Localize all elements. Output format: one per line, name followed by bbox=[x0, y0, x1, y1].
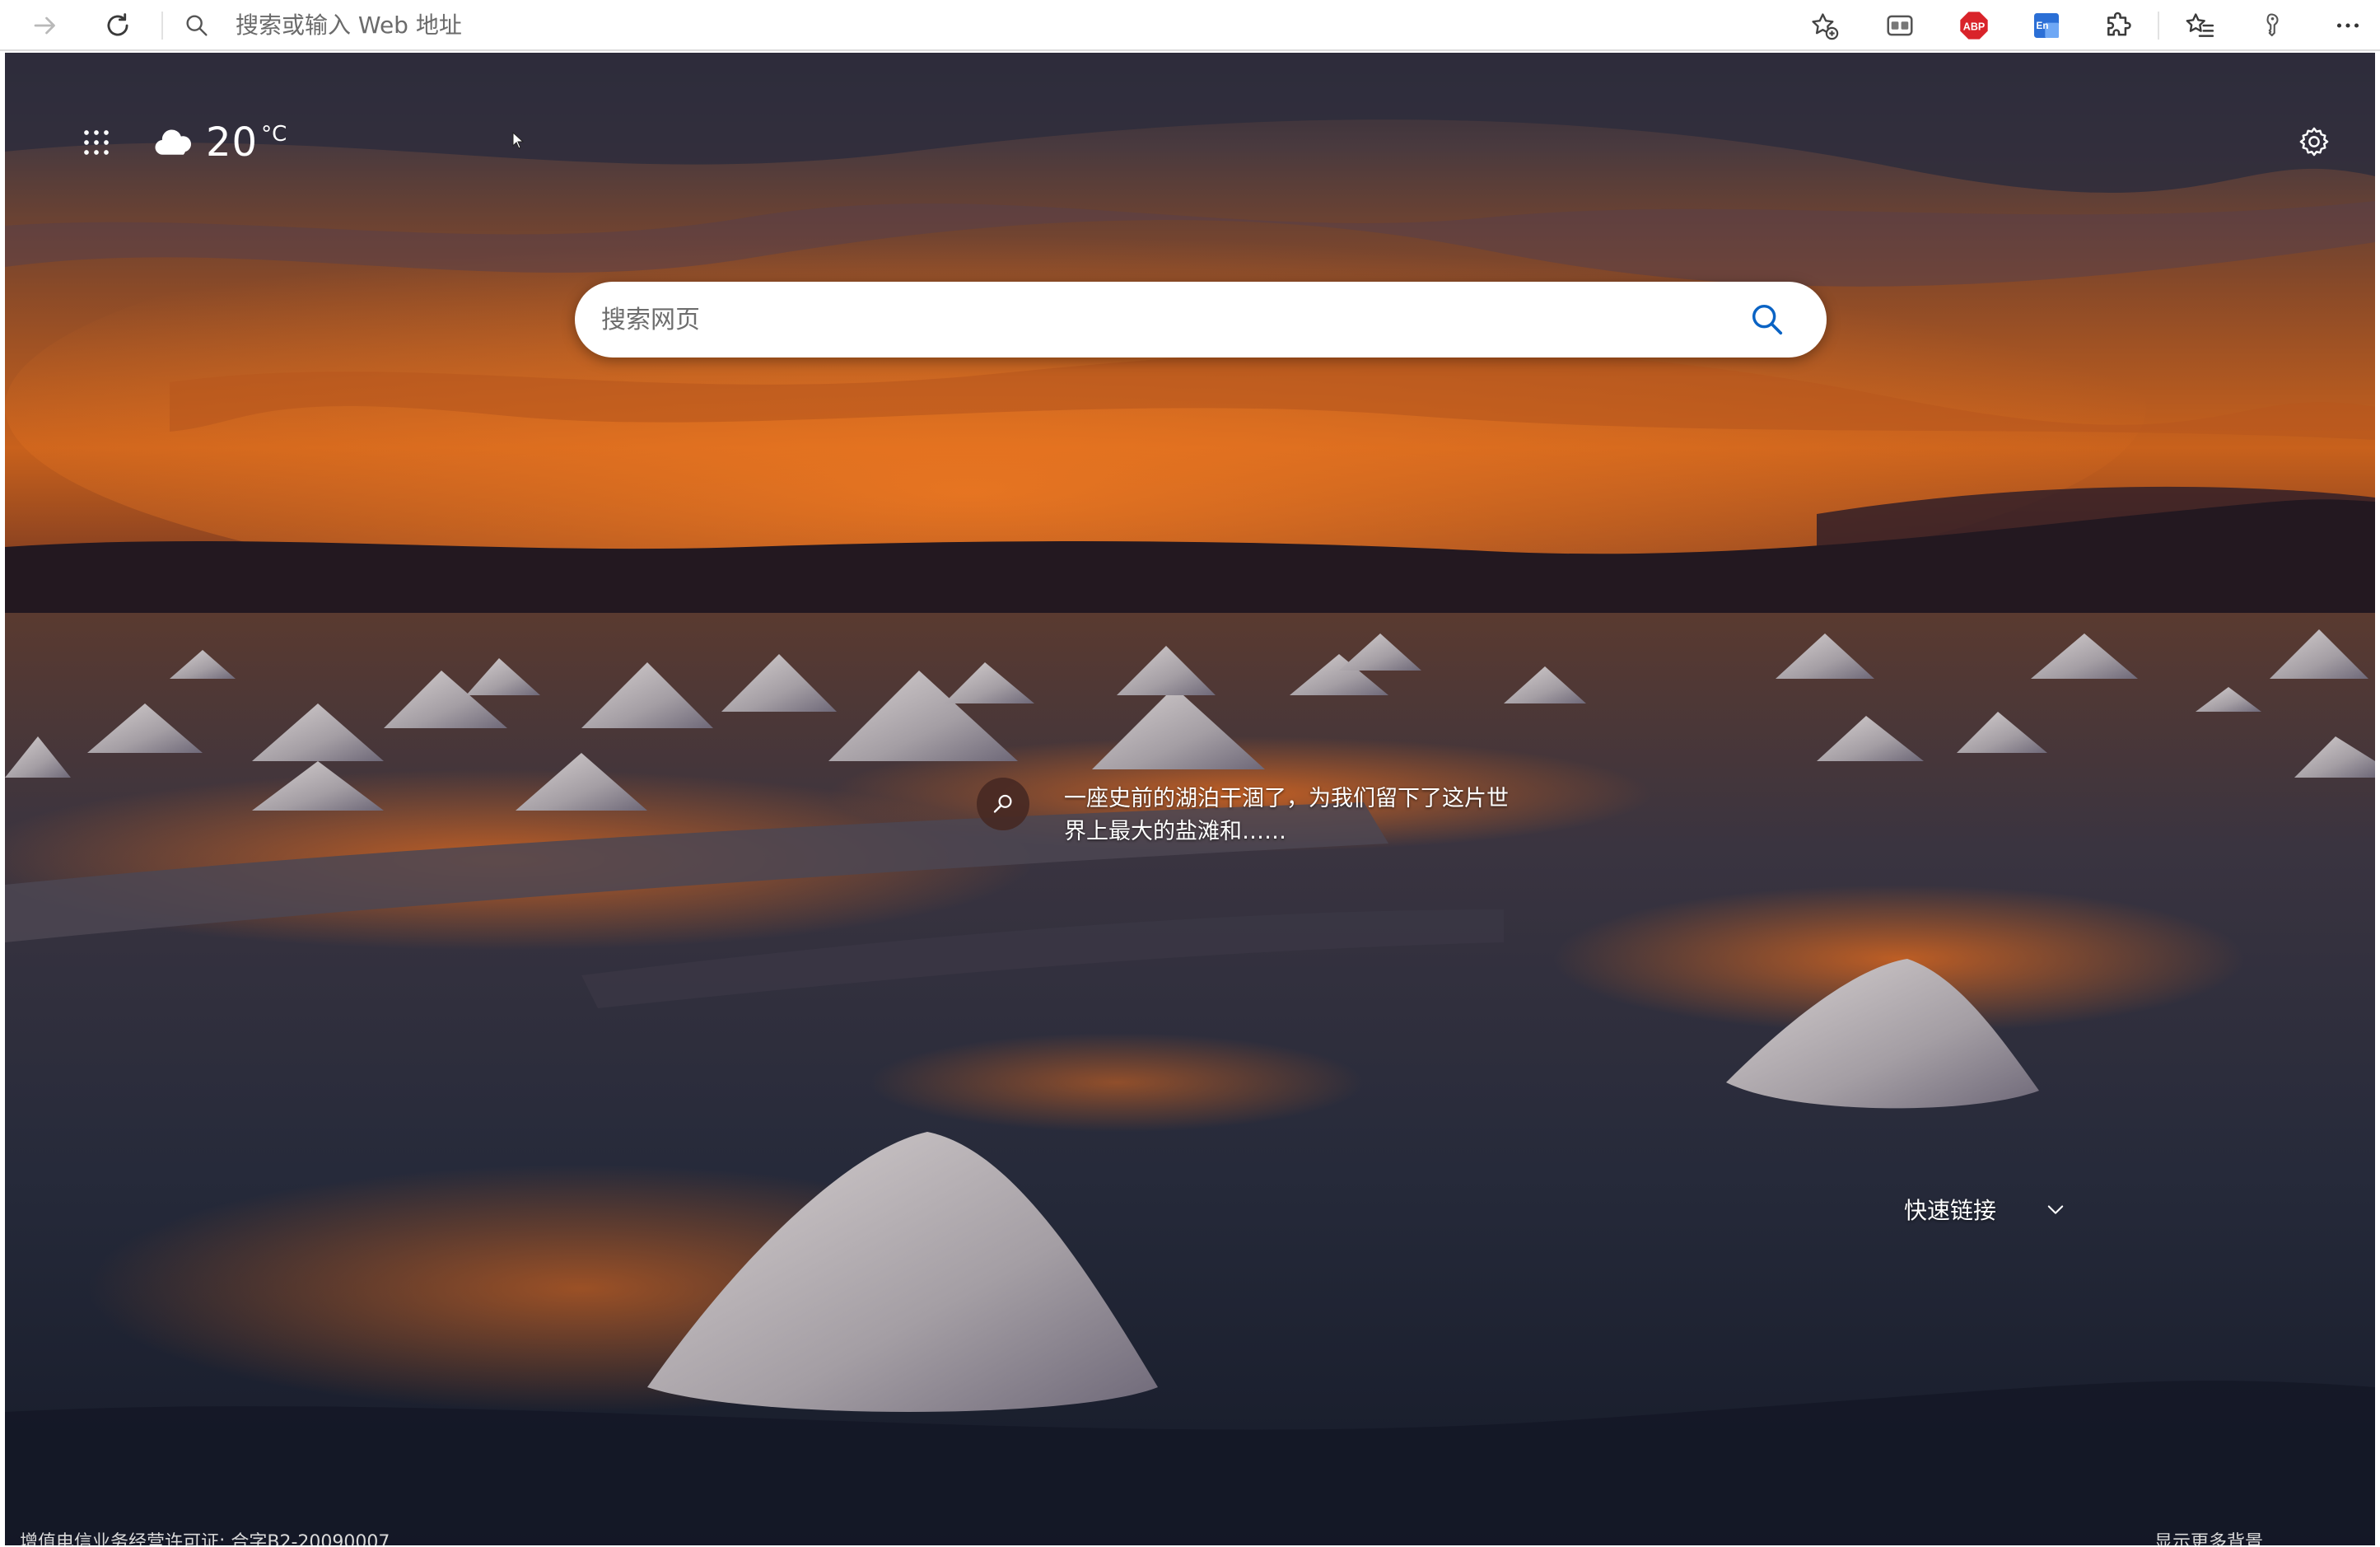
new-tab-page: 20 °C 一座史前的湖泊干涸了，为我们留下了这片世界上最大的盐滩和…… bbox=[5, 53, 2375, 1545]
abp-label: ABP bbox=[1963, 21, 1985, 32]
immersive-reader-button[interactable] bbox=[1879, 5, 1920, 46]
mouse-cursor-icon bbox=[512, 132, 525, 149]
favorites-list-icon bbox=[2186, 13, 2214, 37]
abp-icon: ABP bbox=[1960, 12, 1988, 40]
search-icon bbox=[186, 15, 208, 36]
toolbar-divider bbox=[161, 12, 163, 40]
cloud-icon bbox=[155, 129, 192, 155]
search-icon bbox=[1752, 304, 1783, 335]
temperature-value: 20 bbox=[206, 119, 259, 166]
feedback-button[interactable] bbox=[2253, 5, 2294, 46]
web-search-button[interactable] bbox=[1743, 295, 1792, 344]
favorites-button[interactable] bbox=[2179, 5, 2220, 46]
refresh-icon bbox=[107, 13, 128, 36]
page-settings-button[interactable] bbox=[2293, 120, 2336, 163]
weather-widget[interactable]: 20 °C bbox=[153, 114, 287, 171]
address-bar[interactable]: 搜索或输入 Web 地址 bbox=[236, 7, 462, 44]
add-favorite-button[interactable] bbox=[1804, 5, 1845, 46]
gear-icon bbox=[2299, 127, 2329, 157]
refresh-button[interactable] bbox=[97, 5, 138, 46]
caption-search-button[interactable] bbox=[977, 778, 1029, 830]
browser-toolbar: 搜索或输入 Web 地址 ABP En bbox=[0, 0, 2380, 51]
reader-icon bbox=[1887, 15, 1913, 36]
puzzle-icon bbox=[2107, 12, 2131, 36]
translate-icon: En bbox=[2034, 13, 2059, 38]
show-more-backgrounds-link[interactable]: 显示更多背景 bbox=[2154, 1527, 2263, 1545]
star-plus-icon bbox=[1812, 13, 1839, 40]
web-search-input[interactable] bbox=[600, 295, 1711, 344]
chevron-down-icon bbox=[2044, 1198, 2067, 1221]
license-link[interactable]: 增值电信业务经营许可证: 合字B2-20090007 bbox=[20, 1527, 390, 1545]
magnifier-icon bbox=[993, 794, 1012, 813]
temperature-unit: °C bbox=[261, 122, 287, 147]
toolbar-divider-2 bbox=[2158, 12, 2159, 40]
apps-launcher-button[interactable] bbox=[74, 120, 119, 165]
feedback-icon bbox=[2266, 13, 2279, 37]
arrow-right-icon bbox=[34, 16, 55, 35]
translate-label: En bbox=[2037, 21, 2049, 31]
quick-links-label: 快速链接 bbox=[1904, 1197, 1997, 1224]
forward-button[interactable] bbox=[25, 5, 66, 46]
quick-links-toggle[interactable]: 快速链接 bbox=[1904, 1186, 2067, 1232]
address-search-icon-wrap bbox=[176, 5, 217, 46]
adblock-extension-button[interactable]: ABP bbox=[1953, 5, 1995, 46]
more-button[interactable] bbox=[2327, 5, 2368, 46]
caption-text[interactable]: 一座史前的湖泊干涸了，为我们留下了这片世界上最大的盐滩和…… bbox=[1064, 783, 1525, 848]
extensions-button[interactable] bbox=[2098, 5, 2140, 46]
more-icon bbox=[2336, 23, 2359, 28]
translate-extension-button[interactable]: En bbox=[2026, 5, 2067, 46]
app-grid-icon bbox=[84, 130, 109, 155]
web-search-box bbox=[575, 282, 1827, 358]
